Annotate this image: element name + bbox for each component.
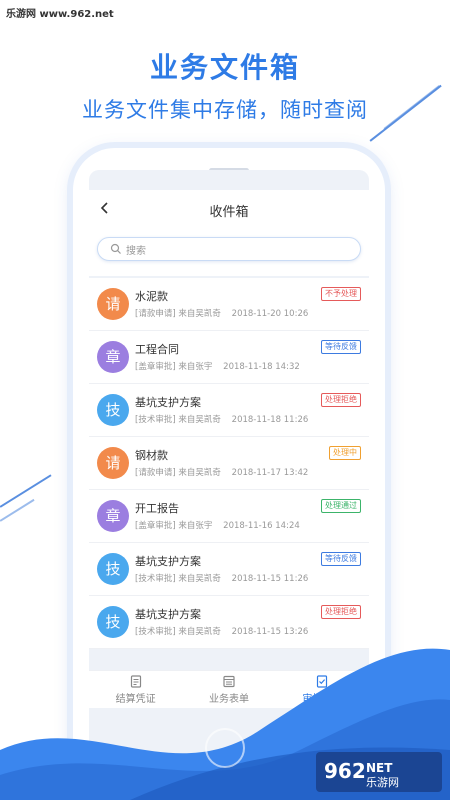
search-area: 搜索	[89, 230, 369, 276]
item-from: 来自张宇	[178, 521, 213, 531]
list-item[interactable]: 请 钢材款 [请款申请] 来自吴凯奇 2018-11-17 13:42 处理中	[89, 437, 369, 490]
item-title: 基坑支护方案	[135, 555, 201, 568]
item-title: 基坑支护方案	[135, 396, 201, 409]
status-badge: 处理拒绝	[321, 393, 361, 407]
hero-title: 业务文件箱	[149, 51, 300, 84]
item-from: 来自吴凯奇	[178, 309, 221, 319]
item-from: 来自张宇	[178, 362, 213, 372]
svg-text:962: 962	[324, 759, 366, 783]
item-meta: [盖章审批] 来自张宇 2018-11-18 14:32	[135, 360, 300, 372]
item-from: 来自吴凯奇	[178, 468, 221, 478]
item-time: 2018-11-18 11:26	[231, 415, 309, 425]
search-placeholder: 搜索	[126, 245, 146, 257]
item-type: [技术审批]	[135, 574, 176, 584]
item-time: 2018-11-16 14:24	[223, 521, 300, 531]
item-title: 水泥款	[135, 290, 168, 303]
item-from: 来自吴凯奇	[178, 574, 221, 584]
item-time: 2018-11-18 14:32	[223, 362, 300, 372]
search-input[interactable]: 搜索	[97, 237, 361, 261]
item-time: 2018-11-15 11:26	[231, 574, 309, 584]
list-item[interactable]: 章 工程合同 [盖章审批] 来自张宇 2018-11-18 14:32 等待反馈	[89, 331, 369, 384]
item-meta: [盖章审批] 来自张宇 2018-11-16 14:24	[135, 519, 300, 531]
nav-bar: 收件箱	[89, 190, 369, 230]
list-item[interactable]: 技 基坑支护方案 [技术审批] 来自吴凯奇 2018-11-18 11:26 处…	[89, 384, 369, 437]
item-meta: [请款申请] 来自吴凯奇 2018-11-20 10:26	[135, 307, 308, 319]
status-badge: 处理中	[329, 446, 361, 460]
avatar: 技	[97, 553, 129, 585]
item-type: [技术审批]	[135, 415, 176, 425]
page-title: 收件箱	[209, 204, 249, 220]
status-badge: 处理通过	[321, 499, 361, 513]
list-item[interactable]: 章 开工报告 [盖章审批] 来自张宇 2018-11-16 14:24 处理通过	[89, 490, 369, 543]
hero-subtitle: 业务文件集中存储，随时查阅	[82, 98, 368, 122]
status-badge: 等待反馈	[321, 340, 361, 354]
search-icon	[110, 243, 121, 254]
list-item[interactable]: 请 水泥款 [请款申请] 来自吴凯奇 2018-11-20 10:26 不予处理	[89, 278, 369, 331]
watermark: 乐游网 www.962.net	[6, 9, 114, 20]
item-type: [请款申请]	[135, 309, 176, 319]
status-badge: 不予处理	[321, 287, 361, 301]
avatar: 请	[97, 288, 129, 320]
svg-text:乐游网: 乐游网	[366, 776, 399, 789]
item-title: 工程合同	[135, 343, 179, 356]
back-button[interactable]	[95, 200, 115, 220]
avatar: 技	[97, 394, 129, 426]
avatar: 章	[97, 500, 129, 532]
item-meta: [技术审批] 来自吴凯奇 2018-11-18 11:26	[135, 413, 308, 425]
item-meta: [请款申请] 来自吴凯奇 2018-11-17 13:42	[135, 466, 308, 478]
avatar: 请	[97, 447, 129, 479]
item-title: 钢材款	[135, 449, 168, 462]
home-button	[205, 728, 245, 768]
item-from: 来自吴凯奇	[178, 415, 221, 425]
avatar: 章	[97, 341, 129, 373]
site-logo: 962 NET 乐游网	[316, 752, 442, 792]
inbox-list: 请 水泥款 [请款申请] 来自吴凯奇 2018-11-20 10:26 不予处理…	[89, 278, 369, 649]
item-title: 开工报告	[135, 502, 179, 515]
item-type: [盖章审批]	[135, 521, 176, 531]
item-time: 2018-11-17 13:42	[231, 468, 309, 478]
list-item[interactable]: 技 基坑支护方案 [技术审批] 来自吴凯奇 2018-11-15 11:26 等…	[89, 543, 369, 596]
item-type: [盖章审批]	[135, 362, 176, 372]
item-time: 2018-11-20 10:26	[231, 309, 309, 319]
svg-text:NET: NET	[366, 761, 393, 775]
item-meta: [技术审批] 来自吴凯奇 2018-11-15 11:26	[135, 572, 308, 584]
chevron-left-icon	[100, 202, 108, 214]
status-badge: 等待反馈	[321, 552, 361, 566]
item-type: [请款申请]	[135, 468, 176, 478]
